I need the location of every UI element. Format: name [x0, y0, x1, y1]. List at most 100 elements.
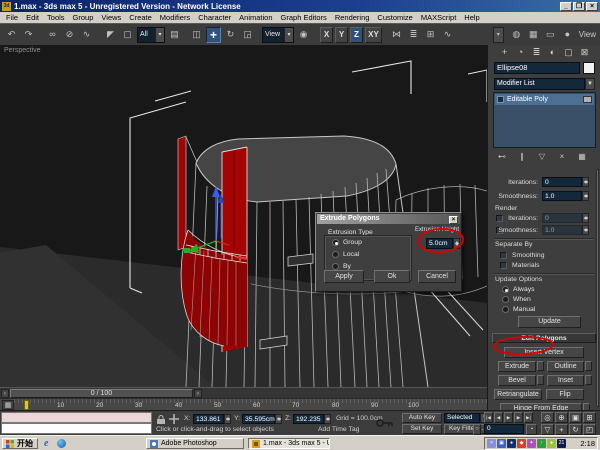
zoom-extents-all-button[interactable]: ⊞	[583, 412, 596, 423]
inset-button[interactable]: Inset	[547, 375, 584, 386]
next-frame-button[interactable]: ▶	[514, 412, 523, 423]
reference-coordinate-dropdown[interactable]: View	[262, 27, 294, 43]
outline-button[interactable]: Outline	[547, 361, 584, 372]
time-slider[interactable]: ‹ 0 / 100 ›	[0, 387, 487, 398]
tray-icon-4[interactable]: ◆	[517, 439, 526, 448]
window-crossing-icon[interactable]: ◫	[189, 27, 204, 43]
update-when-row[interactable]: When	[502, 296, 531, 303]
start-button[interactable]: 开始	[2, 438, 38, 449]
apply-button[interactable]: Apply	[324, 270, 364, 283]
menu-item[interactable]: Tools	[43, 13, 69, 22]
taskbar-item-3dsmax[interactable]: 1.max - 3ds max 5 - Unre...	[248, 438, 330, 449]
ok-button[interactable]: Ok	[374, 270, 410, 283]
menu-item[interactable]: Rendering	[331, 13, 374, 22]
bevel-button[interactable]: Bevel	[498, 375, 536, 386]
configure-modifier-sets-icon[interactable]: ▦	[576, 151, 588, 163]
tab-motion[interactable]: ◐	[546, 46, 559, 58]
radio-group[interactable]	[332, 239, 339, 246]
y-coordinate-field[interactable]: 35.595cm	[242, 414, 275, 424]
window-titlebar[interactable]: 3d 1.max - 3ds max 5 - Unregistered Vers…	[0, 0, 600, 12]
pan-button[interactable]: +	[555, 424, 568, 435]
z-coordinate-field[interactable]: 192.235	[293, 414, 324, 424]
extrude-settings-icon[interactable]	[537, 361, 544, 371]
dialog-close-icon[interactable]: ×	[449, 216, 458, 224]
quick-render-icon[interactable]: ●	[560, 27, 575, 43]
quick-launch-icon[interactable]	[57, 439, 66, 448]
tray-icon-8[interactable]: 21	[557, 439, 566, 448]
material-editor-icon[interactable]: ◍	[509, 27, 524, 43]
pin-stack-icon[interactable]: ⊷	[496, 151, 508, 163]
menu-item[interactable]: MAXScript	[417, 13, 460, 22]
radio-local[interactable]	[332, 251, 339, 258]
stack-item-editable-poly[interactable]: Editable Poly	[495, 94, 594, 105]
tray-icon-5[interactable]: ✦	[527, 439, 536, 448]
auto-key-button[interactable]: Auto Key	[402, 413, 442, 423]
redo-icon[interactable]: ↷	[21, 27, 36, 43]
min-max-toggle-button[interactable]: ◰	[583, 424, 596, 435]
inset-settings-icon[interactable]	[585, 375, 592, 385]
render-iterations-field[interactable]: 0	[542, 213, 582, 223]
iterations-spinner[interactable]	[582, 177, 589, 187]
tray-icon-7[interactable]: ●	[547, 439, 556, 448]
mirror-icon[interactable]: ⋈	[389, 27, 404, 43]
update-manual-row[interactable]: Manual	[502, 306, 535, 313]
menu-item[interactable]: Edit	[22, 13, 43, 22]
play-button[interactable]: ▶	[504, 412, 513, 423]
update-always-row[interactable]: Always	[502, 286, 535, 293]
set-key-button[interactable]: Set Key	[402, 424, 442, 434]
taskbar-item-photoshop[interactable]: Adobe Photoshop	[146, 438, 244, 449]
materials-checkbox[interactable]	[500, 262, 507, 269]
z-spinner[interactable]	[324, 414, 331, 424]
hinge-from-edge-button[interactable]: Hinge From Edge	[500, 403, 582, 410]
menu-item[interactable]: File	[2, 13, 22, 22]
hinge-settings-icon[interactable]	[583, 403, 590, 410]
key-mode-toggle-button[interactable]: ○	[473, 424, 481, 435]
menu-item[interactable]: Views	[97, 13, 125, 22]
smoothness-field[interactable]: 1.0	[542, 191, 582, 201]
bevel-settings-icon[interactable]	[537, 375, 544, 385]
select-and-move-icon[interactable]: +	[206, 27, 221, 43]
curve-editor-icon[interactable]: ∿	[440, 27, 455, 43]
track-bar[interactable]: ▦ 102030405060708090100	[0, 398, 487, 410]
select-and-scale-icon[interactable]: ◲	[240, 27, 255, 43]
update-manual-radio[interactable]	[502, 306, 509, 313]
selection-filter-dropdown[interactable]: All	[137, 27, 165, 43]
use-pivot-center-icon[interactable]: ◉	[296, 27, 311, 43]
zoom-button[interactable]: ◎	[541, 412, 554, 423]
tab-modify[interactable]: ◔	[514, 46, 527, 58]
viewport-label[interactable]: Perspective	[4, 47, 41, 54]
maximize-button[interactable]: ❐	[573, 2, 585, 11]
render-smoothness-spinner[interactable]	[582, 225, 589, 235]
toolbar-spacer[interactable]	[457, 27, 491, 43]
zoom-all-button[interactable]: ⊕	[555, 412, 568, 423]
arc-rotate-button[interactable]: ↻	[569, 424, 582, 435]
key-filter-selected-dropdown[interactable]: Selected	[444, 413, 480, 423]
menu-item[interactable]: Character	[194, 13, 235, 22]
select-by-name-icon[interactable]: ▤	[167, 27, 182, 43]
unlink-selection-icon[interactable]: ⊘	[62, 27, 77, 43]
tray-icon-6[interactable]: ↑	[537, 439, 546, 448]
outline-settings-icon[interactable]	[585, 361, 592, 371]
iterations-field[interactable]: 0	[542, 177, 582, 187]
tab-display[interactable]: ▢	[562, 46, 575, 58]
stack-item-toggle[interactable]	[583, 96, 592, 103]
show-end-result-icon[interactable]: ∥	[516, 151, 528, 163]
menu-item[interactable]: Animation	[235, 13, 276, 22]
tray-icon-1[interactable]: ×	[487, 439, 496, 448]
tab-hierarchy[interactable]: ≣	[530, 46, 543, 58]
go-to-end-button[interactable]: ▶|	[524, 412, 533, 423]
time-slider-button[interactable]: 0 / 100	[10, 389, 193, 398]
render-iterations-checkbox[interactable]	[496, 215, 503, 222]
tray-icon-3[interactable]: ●	[507, 439, 516, 448]
restrict-z-button[interactable]: Z	[350, 27, 363, 43]
menu-item[interactable]: Graph Editors	[277, 13, 331, 22]
retriangulate-button[interactable]: Retriangulate	[494, 389, 542, 400]
object-name-field[interactable]: Ellipse08	[494, 62, 580, 74]
update-always-radio[interactable]	[502, 286, 509, 293]
radio-group-row[interactable]: Group	[332, 239, 362, 246]
rect-selection-region-icon[interactable]: ▢	[120, 27, 135, 43]
toolbar-overflow-dropdown[interactable]: ▾	[493, 27, 504, 43]
selection-lock-icon[interactable]	[156, 414, 166, 425]
render-iterations-spinner[interactable]	[582, 213, 589, 223]
extrude-button[interactable]: Extrude	[498, 361, 536, 372]
